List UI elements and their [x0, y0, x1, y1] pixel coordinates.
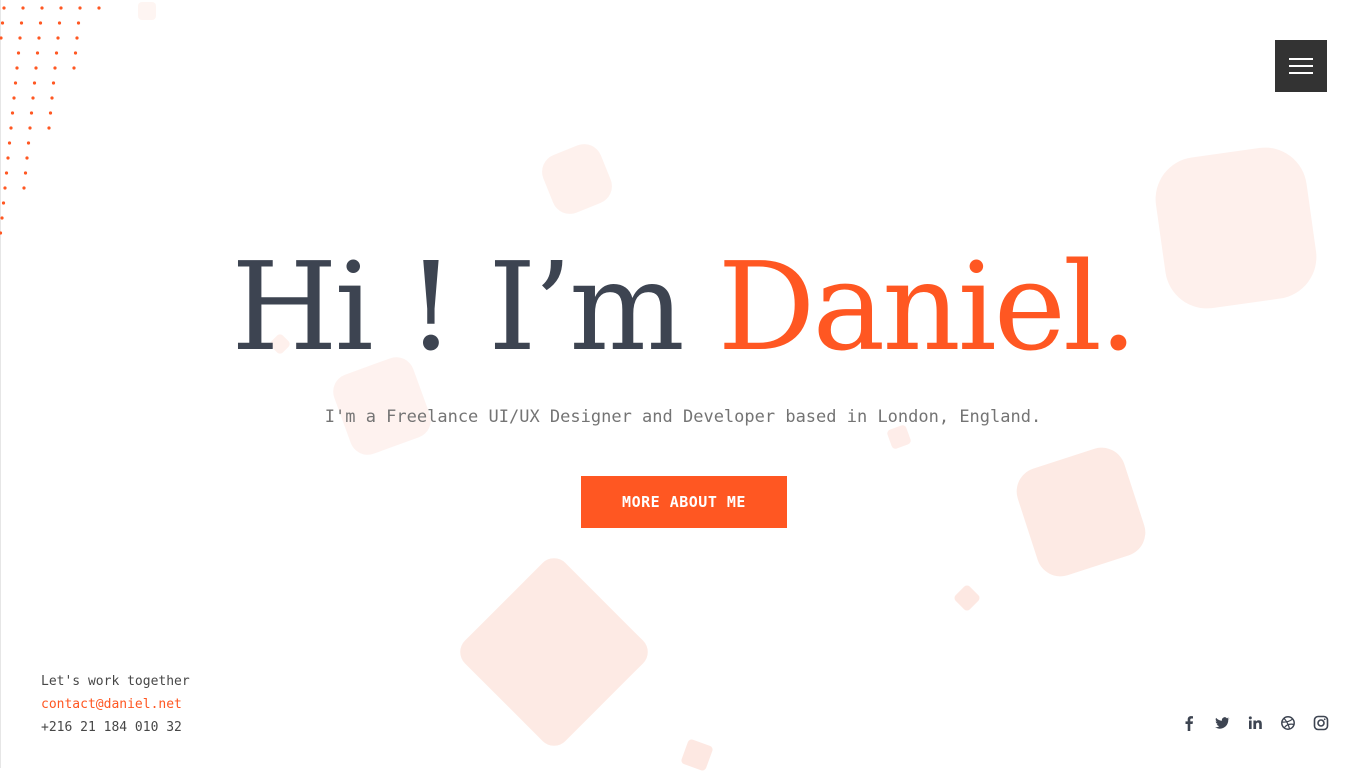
- instagram-icon: [1313, 715, 1329, 731]
- decorative-dot: [23, 171, 28, 175]
- decorative-dot: [9, 126, 13, 130]
- decorative-dot: [50, 96, 54, 100]
- decorative-dot: [10, 111, 15, 115]
- decorative-dot: [75, 36, 79, 40]
- hero-heading: Hi ! I’m Daniel.: [0, 232, 1366, 382]
- decorative-shape: [1010, 441, 1152, 583]
- hero-subtitle: I'm a Freelance UI/UX Designer and Devel…: [324, 407, 1042, 427]
- decorative-dot: [53, 66, 57, 70]
- decorative-dot: [73, 51, 78, 55]
- decorative-dot: [16, 51, 21, 55]
- facebook-link[interactable]: [1178, 712, 1200, 734]
- decorative-dot: [15, 66, 19, 70]
- decorative-dot: [56, 36, 60, 40]
- decorative-dot: [21, 6, 25, 10]
- decorative-dot: [97, 6, 101, 10]
- decorative-dot: [12, 96, 16, 100]
- decorative-dot: [3, 186, 7, 190]
- decorative-dot: [57, 21, 62, 25]
- dribbble-link[interactable]: [1277, 712, 1299, 734]
- decorative-shape: [886, 424, 912, 450]
- contact-tagline: Let's work together: [41, 674, 190, 689]
- linkedin-link[interactable]: [1244, 712, 1266, 734]
- decorative-dot: [37, 36, 41, 40]
- decorative-shape: [536, 138, 618, 220]
- decorative-dot: [7, 141, 12, 145]
- instagram-link[interactable]: [1310, 712, 1332, 734]
- decorative-shape: [453, 551, 655, 753]
- social-links: [1178, 712, 1332, 734]
- decorative-dot: [72, 66, 76, 70]
- contact-block: Let's work together contact@daniel.net +…: [41, 670, 190, 739]
- decorative-dot: [1, 201, 6, 205]
- decorative-dot: [19, 21, 24, 25]
- decorative-dot: [22, 186, 26, 190]
- contact-email-link[interactable]: contact@daniel.net: [41, 693, 190, 716]
- decorative-dot: [47, 126, 51, 130]
- decorative-dot: [76, 21, 81, 25]
- decorative-dot: [18, 36, 22, 40]
- decorative-shape: [952, 583, 982, 613]
- hero-name: Daniel.: [717, 236, 1138, 378]
- more-about-me-button[interactable]: MORE ABOUT ME: [581, 476, 787, 528]
- decorative-shape: [680, 738, 714, 772]
- decorative-dot: [78, 6, 82, 10]
- decorative-dot: [31, 96, 35, 100]
- decorative-dot: [32, 81, 37, 85]
- decorative-dot: [35, 51, 40, 55]
- dot-pattern-decoration: [0, 6, 101, 235]
- decorative-dot: [13, 81, 18, 85]
- decorative-dot: [54, 51, 59, 55]
- linkedin-icon: [1248, 716, 1262, 729]
- decorative-dot: [51, 81, 56, 85]
- decorative-dot: [29, 111, 34, 115]
- dribbble-icon: [1281, 716, 1295, 730]
- contact-phone: +216 21 184 010 32: [41, 720, 182, 735]
- menu-button[interactable]: [1275, 40, 1327, 92]
- decorative-dot: [2, 6, 6, 10]
- twitter-link[interactable]: [1211, 712, 1233, 734]
- decorative-dot: [59, 6, 63, 10]
- decorative-dot: [4, 171, 9, 175]
- decorative-dot: [0, 216, 4, 220]
- decorative-dot: [38, 21, 43, 25]
- decorative-dot: [48, 111, 53, 115]
- decorative-dot: [40, 6, 44, 10]
- decorative-dot: [34, 66, 38, 70]
- decorative-dot: [6, 156, 10, 160]
- hero-greeting: Hi ! I’m: [231, 236, 718, 378]
- decorative-dot: [25, 156, 29, 160]
- decorative-dot: [0, 21, 5, 25]
- facebook-icon: [1185, 716, 1193, 731]
- decorative-dot: [28, 126, 32, 130]
- decorative-dot: [26, 141, 31, 145]
- decorative-shape: [138, 2, 156, 20]
- twitter-icon: [1215, 717, 1230, 729]
- decorative-dot: [0, 36, 3, 40]
